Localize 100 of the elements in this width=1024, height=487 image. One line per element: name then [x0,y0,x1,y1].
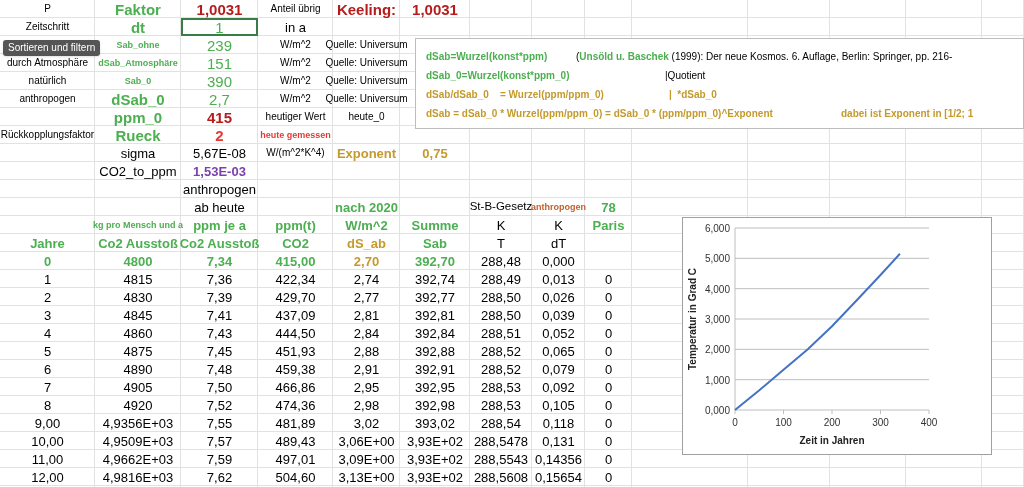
cell-text: 466,86 [275,380,316,394]
cell-text: 3,06E+00 [338,434,395,448]
cell-text: 0 [604,380,613,394]
cell-text: 4815 [123,272,153,286]
cell-text: 239 [207,37,232,53]
cell-text: 0 [604,470,613,484]
y-axis-title: Temperatur in Grad C [687,267,698,371]
cell-text: 4800 [123,254,153,268]
cell-text: 78 [601,200,616,214]
note-text: | *dSab_0 [669,87,717,102]
cell-text: 4905 [123,380,153,394]
cell-text: 7,45 [206,344,233,358]
cell-text: Anteil übrig [270,4,321,14]
axis-tick-label: 6,000 [704,223,730,234]
cell-text: heute_0 [348,112,385,122]
cell-text: 4860 [123,326,153,340]
cell-text: 4890 [123,362,153,376]
cell-text: 12,00 [31,470,64,484]
formula-text: dSab/dSab_0 = Wurzel(ppm/ppm_0) [426,87,605,102]
cell-text: 1,53E-03 [193,164,246,178]
cell-text: W/m^2 [280,76,311,86]
cell-text: Sab_0 [124,76,152,86]
cell-text: 0 [604,290,613,304]
cell-text: 0 [604,326,613,340]
note-text: |Quotient [665,68,706,83]
cell-text: 3,02 [353,416,380,430]
cell-text: 7,52 [206,398,233,412]
selected-cell[interactable]: 1 [181,18,258,36]
cell-text: Sab_ohne [116,40,160,50]
cell-text: 0,079 [542,362,575,376]
axis-tick-label: 2,000 [704,344,730,356]
cell-text: 2,98 [353,398,380,412]
cell-text: 481,89 [275,416,316,430]
cell-text: 7,59 [206,452,233,466]
cell-text: 2,77 [353,290,380,304]
cell-text: natürlich [28,76,67,86]
note-text: (Unsöld u. Baschek (1999): Der neue Kosmos. 6. Auflage, Berlin: Springer, pp. 216- [576,49,953,64]
cell-text: 3,93E+02 [407,470,463,484]
cell-text: Rückkopplungsfaktor [0,130,95,140]
cell-text: 0,118 [542,416,575,430]
cell-text: Sab [423,236,447,250]
cell-text: CO2_to_ppm [99,164,177,178]
cell-text: W/m^2 [280,94,311,104]
cell-text: 2,84 [353,326,380,340]
cell-text: 9,00 [34,416,61,430]
cell-text: 0 [604,344,613,358]
cell-text: 0,065 [542,344,575,358]
cell-text: Paris [592,218,625,232]
cell-text: 0 [604,434,613,448]
cell-text: 437,09 [275,308,316,322]
formula-text: dSab=Wurzel(konst*ppm) [426,49,549,64]
cell-text: 429,70 [275,290,316,304]
cell-text: 0 [604,452,613,466]
cell-text: 0,039 [542,308,575,322]
cell-text: 392,84 [415,326,455,340]
cell-text: 288,5478 [473,434,529,448]
cell-text: 3,93E+02 [407,452,463,466]
cell-text: 8 [43,398,52,412]
cell-text: Quelle: Universum [325,94,408,104]
cell-text: 0,052 [542,326,575,340]
cell-text: 392,77 [415,290,455,304]
cell-text: 0,15654 [535,470,582,484]
cell-text: 3,13E+00 [338,470,395,484]
cell-text: 4,9816E+03 [102,470,174,484]
cell-text: Faktor [115,1,161,17]
cell-text: 392,81 [415,308,455,322]
cell-text: Quelle: Universum [325,76,408,86]
cell-text: heutiger Wert [265,112,326,122]
cell-text: 7,39 [206,290,233,304]
cell-text: 0 [604,272,613,286]
cell-text: 151 [207,55,232,71]
cell-text: Zeitschritt [25,22,70,32]
cell-text: 392,98 [415,398,455,412]
cell-text: anthropogen [19,94,76,104]
cell-text: CO2 [282,236,309,250]
cell-text: 1,0031 [196,1,243,17]
cell-text: durch Atmosphäre [6,58,89,68]
formula-text: dSab_0=Wurzel(konst*ppm_0) [426,68,571,83]
cell-text: 6 [43,362,52,376]
cell-text: nach 2020 [335,200,398,214]
cell-text: 0,105 [542,398,575,412]
cell-text: 288,49 [481,272,521,286]
cell-text: 444,50 [275,326,316,340]
cell-text: 0,013 [542,272,575,286]
cell-text: 504,60 [275,470,316,484]
cell-text: 288,53 [481,380,521,394]
cell-text: 422,34 [275,272,316,286]
cell-text: W/(m^2*K^4) [266,148,325,158]
axis-tick-label: 300 [872,417,889,428]
cell-text: St-B-Gesetz [469,201,533,213]
cell-text: 288,5608 [473,470,529,484]
cell-text: 0,75 [422,146,448,160]
cell-text: K [496,218,506,232]
axis-tick-label: 1,000 [704,374,730,386]
cell-text: 5,67E-08 [193,146,246,160]
cell-text: 489,43 [275,434,316,448]
cell-text: 392,74 [415,272,455,286]
cell-text: P [44,4,51,14]
cell-text: dT [550,236,567,250]
cell-text: 0,092 [542,380,575,394]
